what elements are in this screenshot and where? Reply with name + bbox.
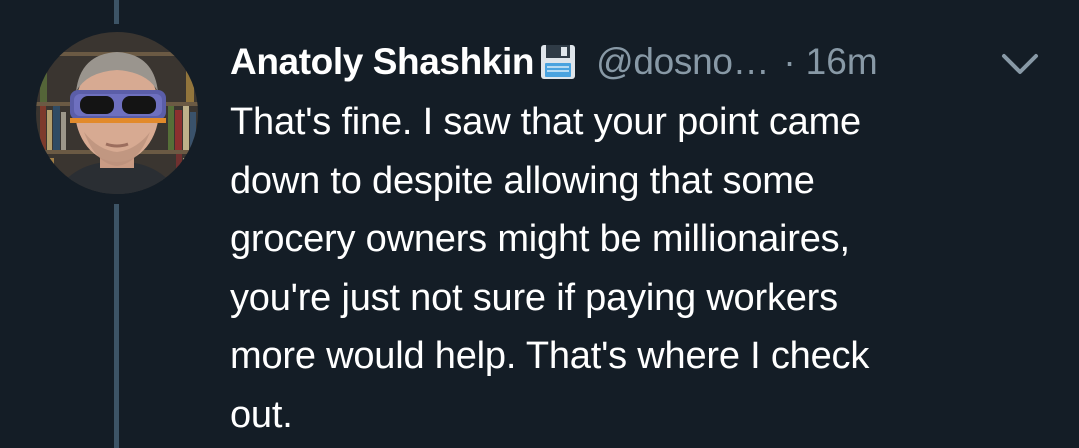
user-handle[interactable]: @dosno…: [596, 41, 770, 83]
thread-line-top: [114, 0, 119, 24]
separator-dot: ·: [783, 41, 796, 82]
floppy-disk-icon: [538, 42, 578, 82]
chevron-down-icon[interactable]: [1000, 50, 1040, 78]
thread-line-bottom: [114, 204, 119, 448]
timestamp[interactable]: 16m: [806, 41, 878, 83]
tweet-text: That's fine. I saw that your point came …: [230, 101, 870, 436]
avatar[interactable]: [36, 32, 198, 194]
display-name[interactable]: Anatoly Shashkin: [230, 41, 534, 83]
avatar-image: [36, 32, 198, 194]
tweet-header: Anatoly Shashkin @dosno… · 16m: [230, 36, 878, 88]
